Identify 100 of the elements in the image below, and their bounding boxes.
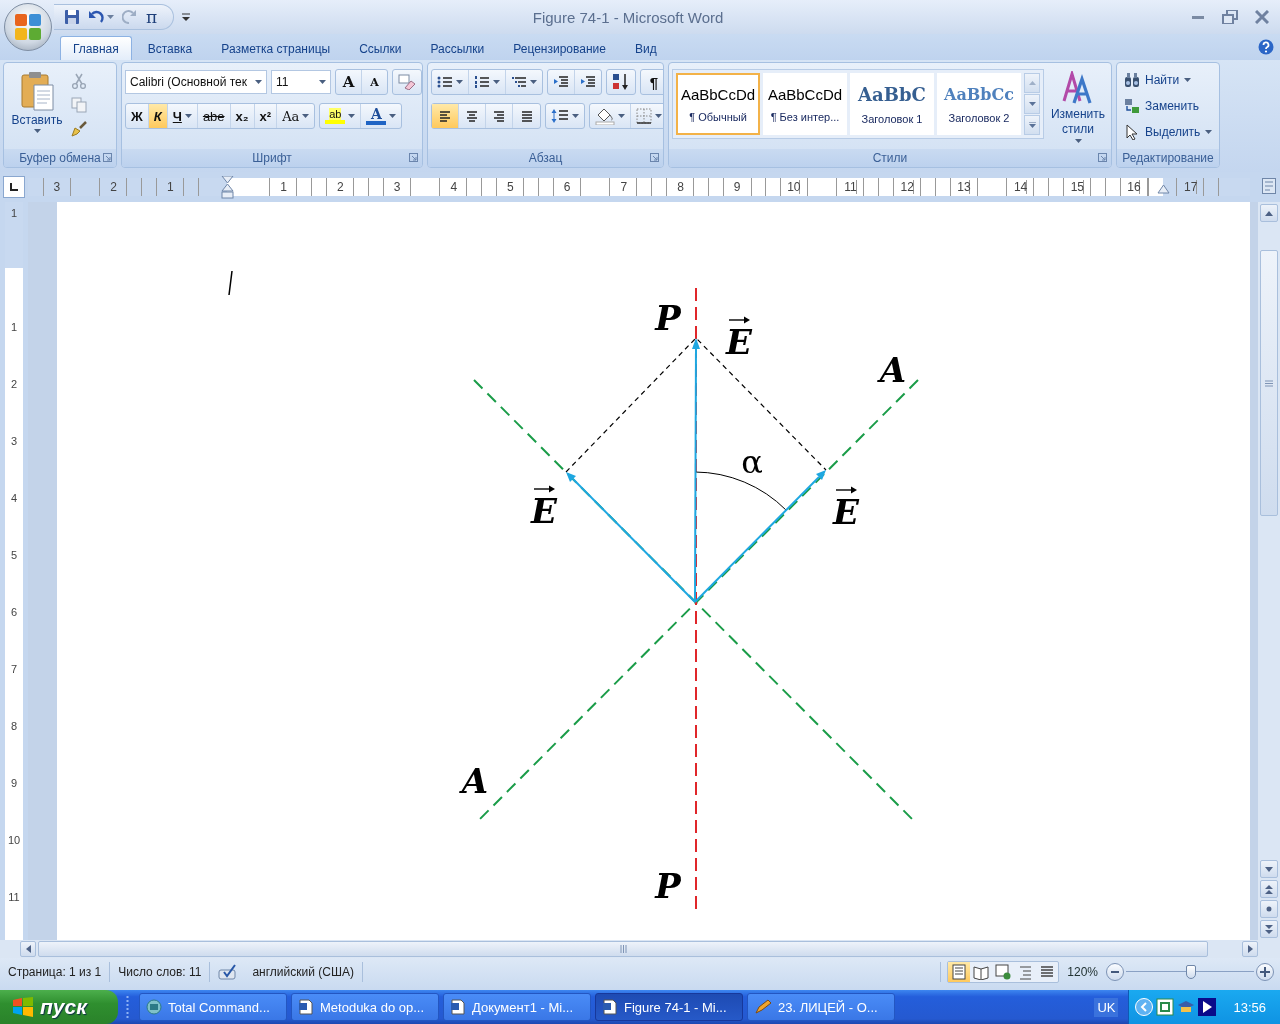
dialog-launcher-icon [103,153,112,162]
font-color-button[interactable]: A [361,104,402,128]
format-painter-button[interactable] [71,121,87,137]
style-item[interactable]: AaBbC Заголовок 1 [850,73,934,135]
ruler-number: 10 [7,833,21,846]
caret-icon [456,80,463,84]
language-indicator[interactable]: UK [1094,997,1119,1017]
select-button[interactable]: Выделить [1124,121,1213,142]
play-icon [1198,998,1217,1016]
ribbon-tab[interactable]: Рецензирование [500,36,619,60]
font-name-field[interactable]: Calibri (Основной тек [125,70,267,94]
highlight-button[interactable]: ab [320,104,362,128]
ribbon-tab[interactable]: Разметка страницы [208,36,344,60]
taskbar-button[interactable]: Figure 74-1 - Mi... [595,993,743,1021]
start-button[interactable]: пуск [0,990,118,1024]
ribbon-tab[interactable]: Вставка [134,36,206,60]
office-button[interactable] [4,3,52,51]
scissors-icon [71,73,87,89]
scrollbar-thumb[interactable] [38,941,1208,957]
right-arrow-icon [1247,945,1253,953]
previous-page-button[interactable] [1260,880,1278,898]
show-hidden-icons-button[interactable] [1135,998,1154,1016]
save-button[interactable] [64,9,80,25]
dialog-launcher-button[interactable] [1098,153,1107,162]
tray-icon[interactable] [1198,998,1217,1016]
subscript-button[interactable]: x₂ [230,104,255,128]
proofing-icon [218,964,239,980]
scroll-right-button[interactable] [1242,941,1258,957]
dialog-launcher-button[interactable] [103,153,112,162]
scroll-down-button[interactable] [1024,94,1040,114]
show-marks-button[interactable]: ¶ [641,70,663,94]
grow-font-button[interactable]: A [336,70,362,94]
line-spacing-icon [551,108,569,124]
browse-object-button[interactable] [1260,900,1278,918]
scroll-up-button[interactable] [1260,204,1278,222]
tab-stop-button[interactable] [3,176,25,198]
superscript-button[interactable]: x² [254,104,278,128]
dialog-launcher-button[interactable] [650,153,659,162]
change-styles-button[interactable]: Изменить стили [1048,69,1108,149]
up-arrow-icon [1028,81,1036,85]
shrink-font-button[interactable]: A [362,70,387,94]
alignment-icon [438,109,452,123]
zoom-out-button[interactable] [1106,963,1124,981]
ribbon-tab[interactable]: Ссылки [346,36,415,60]
ruler-number: 11 [8,890,20,903]
ruler-number: 11 [842,180,859,194]
strikethrough-button[interactable]: abe [197,104,231,128]
underline-button[interactable]: Ч [167,104,198,128]
ribbon-tab[interactable]: Рассылки [417,36,498,60]
font-size-field[interactable]: 11 [271,70,331,94]
pencil-icon [754,999,772,1015]
ruler-number: 6 [561,180,573,194]
text-cursor [228,270,233,296]
equation-button[interactable]: π [144,7,160,27]
caret-icon [389,114,397,118]
document-icon [602,999,618,1015]
next-page-button[interactable] [1260,920,1278,938]
chevron-icon [1135,998,1154,1016]
view-button[interactable] [948,962,971,982]
view-ruler-button[interactable] [1262,178,1276,194]
undo-button[interactable] [88,9,114,25]
scroll-down-button[interactable] [1260,860,1278,878]
ruler-number: 9 [731,180,743,194]
ruler-number: 14 [1011,180,1030,194]
paste-button[interactable]: Вставить [7,69,67,149]
find-button[interactable]: Найти [1124,69,1213,90]
align-left-button[interactable] [432,104,459,128]
vector-arrow-icon [835,486,857,494]
bold-button[interactable]: Ж [126,104,149,128]
style-item[interactable]: AaBbCcDd ¶ Без интер... [763,73,847,135]
ruler-number: 13 [955,180,973,194]
double-up-arrow-icon [1265,884,1273,894]
scrollbar-thumb[interactable] [1260,250,1278,516]
style-item[interactable]: AaBbCcDd ¶ Обычный [676,73,760,135]
taskbar-button[interactable]: 23. ЛИЦЕЙ - О... [747,993,895,1021]
group-label: Шрифт [252,151,292,165]
slider-thumb[interactable] [1186,965,1197,979]
taskbar-button[interactable]: Total Command... [139,993,287,1021]
scroll-left-button[interactable] [20,941,36,957]
customize-toolbar-button[interactable] [182,13,191,21]
ribbon-tab[interactable]: Вид [621,36,670,60]
ruler-number: 7 [618,180,630,194]
replace-button[interactable]: Заменить [1124,95,1213,116]
style-item[interactable]: AaBbCc Заголовок 2 [937,73,1021,135]
taskbar-button[interactable]: Metoduka do op... [291,993,439,1021]
zoom-in-button[interactable] [1256,963,1274,981]
dialog-launcher-button[interactable] [409,153,418,162]
more-button[interactable] [1024,115,1040,135]
zoom-level[interactable]: 120% [1067,965,1098,979]
ruler-number: 17 [1182,180,1200,194]
help-button[interactable] [1258,39,1274,55]
change-case-button[interactable]: Aa [277,104,315,128]
ruler-number: 1 [278,180,290,194]
taskbar-button[interactable]: Документ1 - Mi... [443,993,591,1021]
word-count[interactable]: Число слов: 11 [110,962,211,982]
page-count[interactable]: Страница: 1 из 1 [6,962,111,982]
zoom-slider[interactable] [1126,965,1254,979]
ribbon-tab[interactable]: Главная [60,36,132,60]
language-indicator[interactable]: английский (США) [252,965,354,979]
ruler-number: 8 [675,180,686,194]
